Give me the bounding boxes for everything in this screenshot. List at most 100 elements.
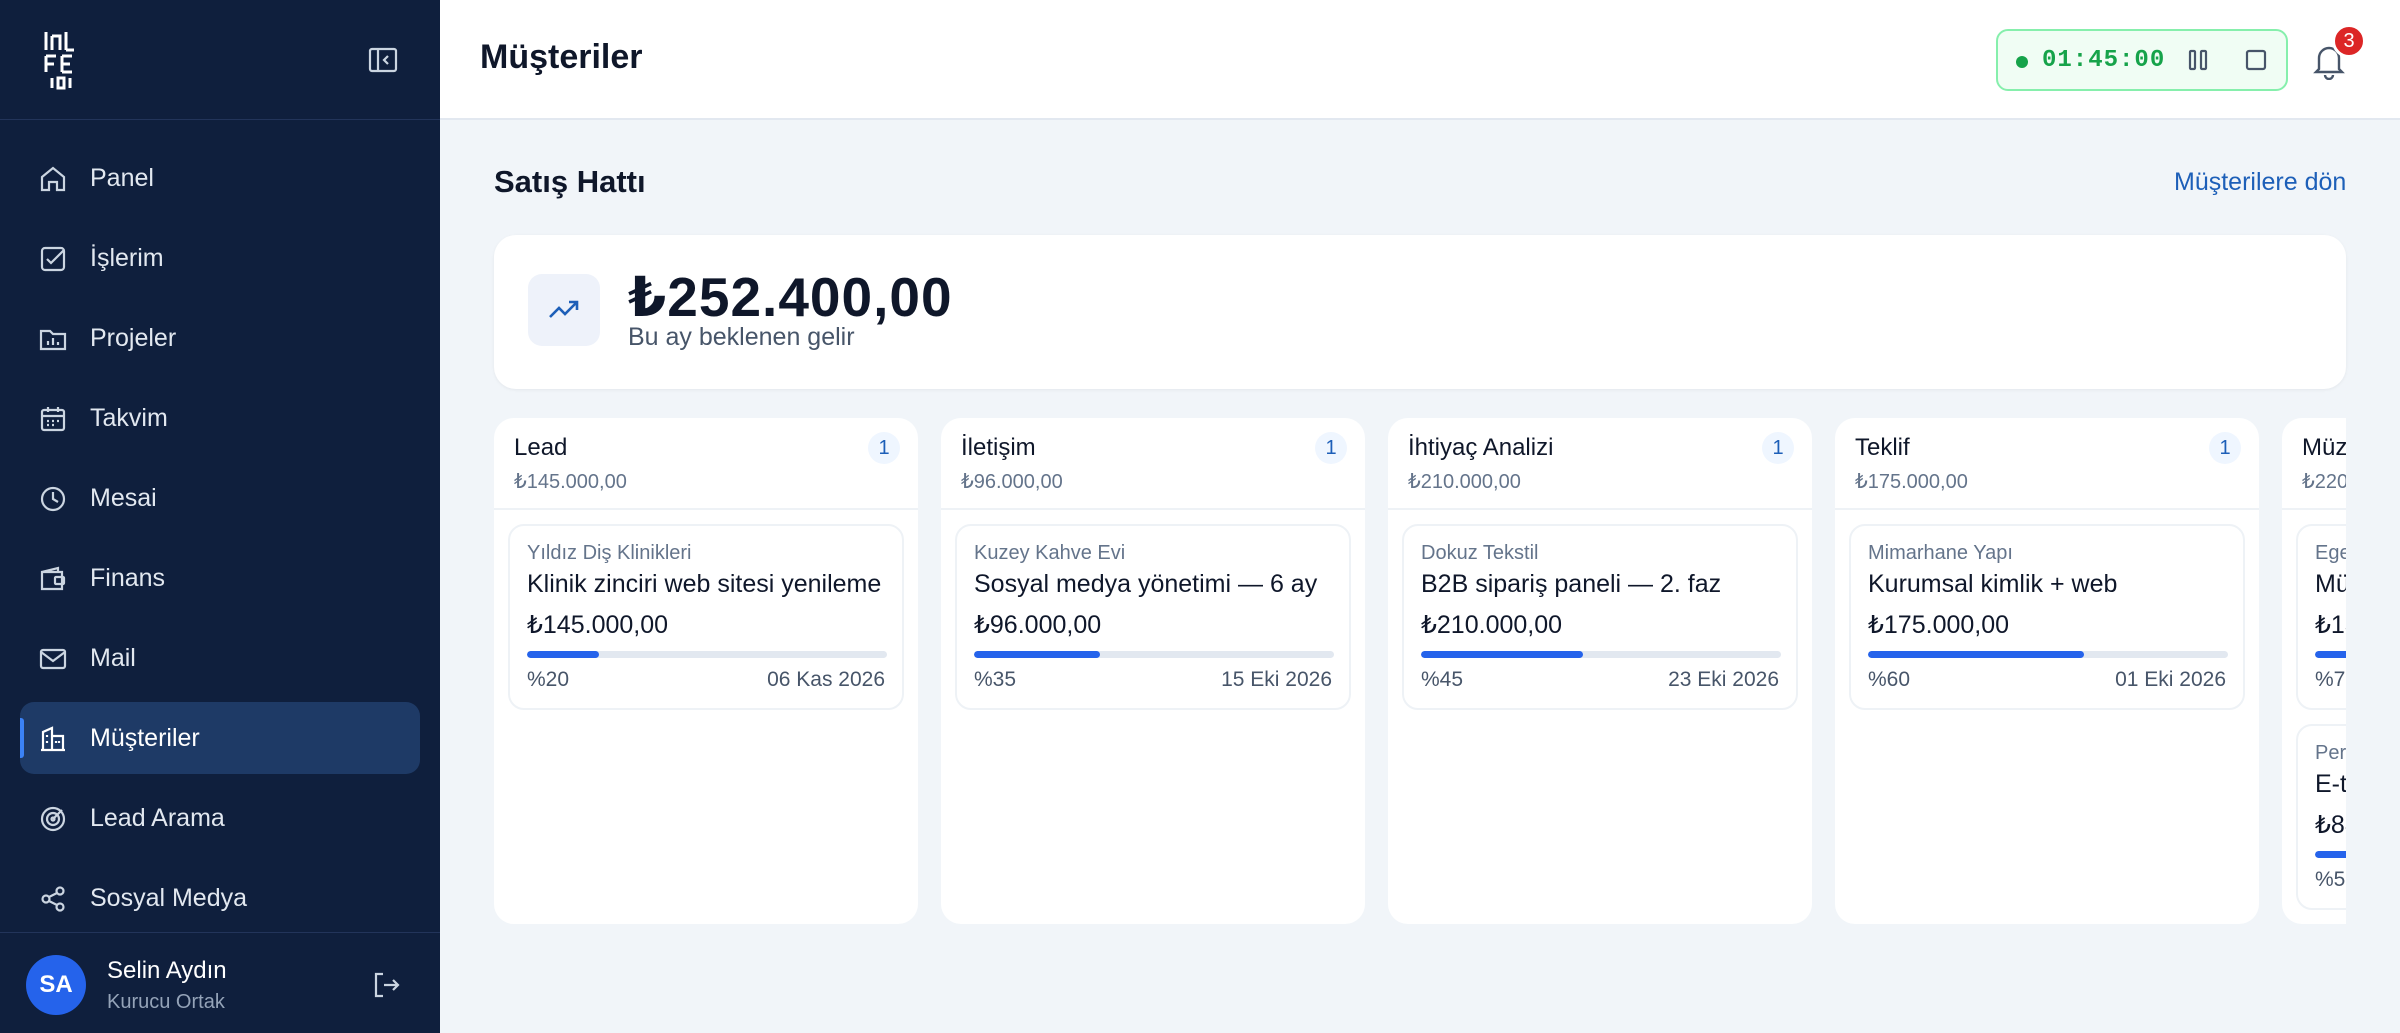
work-timer: 01:45:00 bbox=[1996, 29, 2288, 91]
deal-title: Mü bbox=[2315, 570, 2346, 598]
deal-card[interactable]: Mimarhane Yapı Kurumsal kimlik + web ₺17… bbox=[1849, 524, 2245, 710]
sidebar-item-takvim[interactable]: Takvim bbox=[20, 382, 420, 454]
deal-card[interactable]: Ege Mü ₺13 %7 bbox=[2296, 524, 2346, 710]
user-role: Kurucu Ortak bbox=[107, 991, 225, 1013]
deal-progress-label: %5 bbox=[2315, 868, 2346, 891]
deal-progress-track bbox=[527, 651, 887, 658]
top-header: Müşteriler 01:45:00 3 bbox=[440, 0, 2400, 120]
deal-title: E-t bbox=[2315, 770, 2346, 798]
home-icon bbox=[40, 166, 66, 192]
sidebar-item-label: İşlerim bbox=[90, 243, 164, 272]
deal-progress-track bbox=[1421, 651, 1781, 658]
deal-progress-track bbox=[974, 651, 1334, 658]
deal-date: 06 Kas 2026 bbox=[767, 668, 885, 691]
logo-icon bbox=[44, 32, 74, 90]
user-panel: SA Selin Aydın Kurucu Ortak bbox=[0, 932, 440, 1033]
column-title: Müz bbox=[2302, 434, 2346, 461]
sidebar-item-label: Sosyal Medya bbox=[90, 883, 248, 912]
column-header: İletişim ₺96.000,00 1 bbox=[941, 418, 1365, 510]
column-header: Müz ₺220 bbox=[2282, 418, 2346, 510]
deal-title: Sosyal medya yönetimi — 6 ay bbox=[974, 570, 1318, 598]
sidebar: Panel İşlerim Projeler Takvim Mesai Fina… bbox=[0, 0, 440, 1033]
logout-icon[interactable] bbox=[370, 969, 402, 1001]
column-count-badge: 1 bbox=[1315, 432, 1347, 464]
column-total: ₺175.000,00 bbox=[1855, 471, 1968, 493]
column-total: ₺210.000,00 bbox=[1408, 471, 1521, 493]
column-total: ₺145.000,00 bbox=[514, 471, 627, 493]
column-header: İhtiyaç Analizi ₺210.000,00 1 bbox=[1388, 418, 1812, 510]
expected-revenue-value: ₺252.400,00 bbox=[628, 266, 953, 328]
sidebar-item-label: Takvim bbox=[90, 403, 168, 432]
deal-progress-label: %45 bbox=[1421, 668, 1464, 691]
sidebar-item-sosyal-medya[interactable]: Sosyal Medya bbox=[20, 862, 420, 934]
radar-icon bbox=[40, 806, 66, 832]
sidebar-item-mesai[interactable]: Mesai bbox=[20, 462, 420, 534]
pipeline-board: Lead ₺145.000,00 1 Yıldız Diş Klinikleri… bbox=[494, 418, 2346, 924]
deal-progress-label: %60 bbox=[1868, 668, 1911, 691]
column-total: ₺220 bbox=[2302, 471, 2346, 493]
sidebar-item-panel[interactable]: Panel bbox=[20, 142, 420, 214]
deal-card[interactable]: Per E-t ₺88 %5 bbox=[2296, 724, 2346, 910]
expected-revenue-label: Bu ay beklenen gelir bbox=[628, 323, 855, 351]
sidebar-item-label: Panel bbox=[90, 163, 154, 192]
deal-company: Dokuz Tekstil bbox=[1421, 542, 1539, 564]
mail-icon bbox=[39, 648, 67, 670]
sidebar-item-label: Lead Arama bbox=[90, 803, 225, 832]
deal-company: Per bbox=[2315, 742, 2346, 764]
sidebar-header bbox=[0, 0, 440, 120]
sidebar-collapse-icon[interactable] bbox=[367, 46, 399, 74]
deal-progress-label: %35 bbox=[974, 668, 1017, 691]
sidebar-item-label: Projeler bbox=[90, 323, 177, 352]
pipeline-column-teklif: Teklif ₺175.000,00 1 Mimarhane Yapı Kuru… bbox=[1835, 418, 2259, 924]
deal-card[interactable]: Yıldız Diş Klinikleri Klinik zinciri web… bbox=[508, 524, 904, 710]
sidebar-item-lead-arama[interactable]: Lead Arama bbox=[20, 782, 420, 854]
deal-progress-fill bbox=[1868, 651, 2084, 658]
column-title: İletişim bbox=[961, 434, 1036, 461]
checkbox-icon bbox=[40, 246, 66, 272]
timer-display: 01:45:00 bbox=[2042, 47, 2166, 74]
sidebar-item-musteriler[interactable]: Müşteriler bbox=[20, 702, 420, 774]
building-icon bbox=[41, 726, 65, 752]
deal-date: 01 Eki 2026 bbox=[2115, 668, 2226, 691]
deal-value: ₺145.000,00 bbox=[527, 611, 669, 639]
column-total: ₺96.000,00 bbox=[961, 471, 1063, 493]
pipeline-column-partial: Müz ₺220 Ege Mü ₺13 %7 Per E-t ₺88 %5 bbox=[2282, 418, 2346, 924]
deal-card[interactable]: Dokuz Tekstil B2B sipariş paneli — 2. fa… bbox=[1402, 524, 1798, 710]
trending-up-icon bbox=[549, 300, 579, 318]
sidebar-item-islerim[interactable]: İşlerim bbox=[20, 222, 420, 294]
deal-value: ₺13 bbox=[2315, 611, 2346, 639]
wallet-icon bbox=[40, 566, 66, 591]
sidebar-item-finans[interactable]: Finans bbox=[20, 542, 420, 614]
revenue-icon-box bbox=[528, 274, 600, 346]
folder-icon bbox=[39, 329, 67, 351]
column-count-badge: 1 bbox=[868, 432, 900, 464]
deal-value: ₺96.000,00 bbox=[974, 611, 1102, 639]
deal-progress-track bbox=[2315, 651, 2346, 658]
deal-progress-track bbox=[2315, 851, 2346, 858]
deal-value: ₺210.000,00 bbox=[1421, 611, 1563, 639]
deal-card[interactable]: Kuzey Kahve Evi Sosyal medya yönetimi — … bbox=[955, 524, 1351, 710]
notification-badge: 3 bbox=[2332, 24, 2366, 58]
deal-value: ₺175.000,00 bbox=[1868, 611, 2010, 639]
back-to-customers-link[interactable]: Müşterilere dön bbox=[2174, 168, 2346, 197]
pause-icon[interactable] bbox=[2184, 46, 2212, 74]
user-name: Selin Aydın bbox=[107, 957, 227, 984]
deal-value: ₺88 bbox=[2315, 811, 2346, 839]
calendar-icon bbox=[40, 407, 66, 432]
deal-title: Klinik zinciri web sitesi yenileme bbox=[527, 570, 882, 598]
pipeline-column-iletisim: İletişim ₺96.000,00 1 Kuzey Kahve Evi So… bbox=[941, 418, 1365, 924]
column-count-badge: 1 bbox=[2209, 432, 2241, 464]
column-title: Lead bbox=[514, 434, 568, 461]
deal-company: Yıldız Diş Klinikleri bbox=[527, 542, 692, 564]
sidebar-item-projeler[interactable]: Projeler bbox=[20, 302, 420, 374]
sidebar-item-mail[interactable]: Mail bbox=[20, 622, 420, 694]
sidebar-item-label: Finans bbox=[90, 563, 166, 592]
clock-icon bbox=[40, 486, 66, 512]
share-icon bbox=[41, 886, 65, 912]
deal-company: Mimarhane Yapı bbox=[1868, 542, 2013, 564]
deal-progress-label: %20 bbox=[527, 668, 570, 691]
avatar[interactable]: SA bbox=[26, 955, 86, 1015]
stop-icon[interactable] bbox=[2242, 46, 2270, 74]
deal-progress-track bbox=[1868, 651, 2228, 658]
deal-progress-fill bbox=[2315, 651, 2346, 658]
